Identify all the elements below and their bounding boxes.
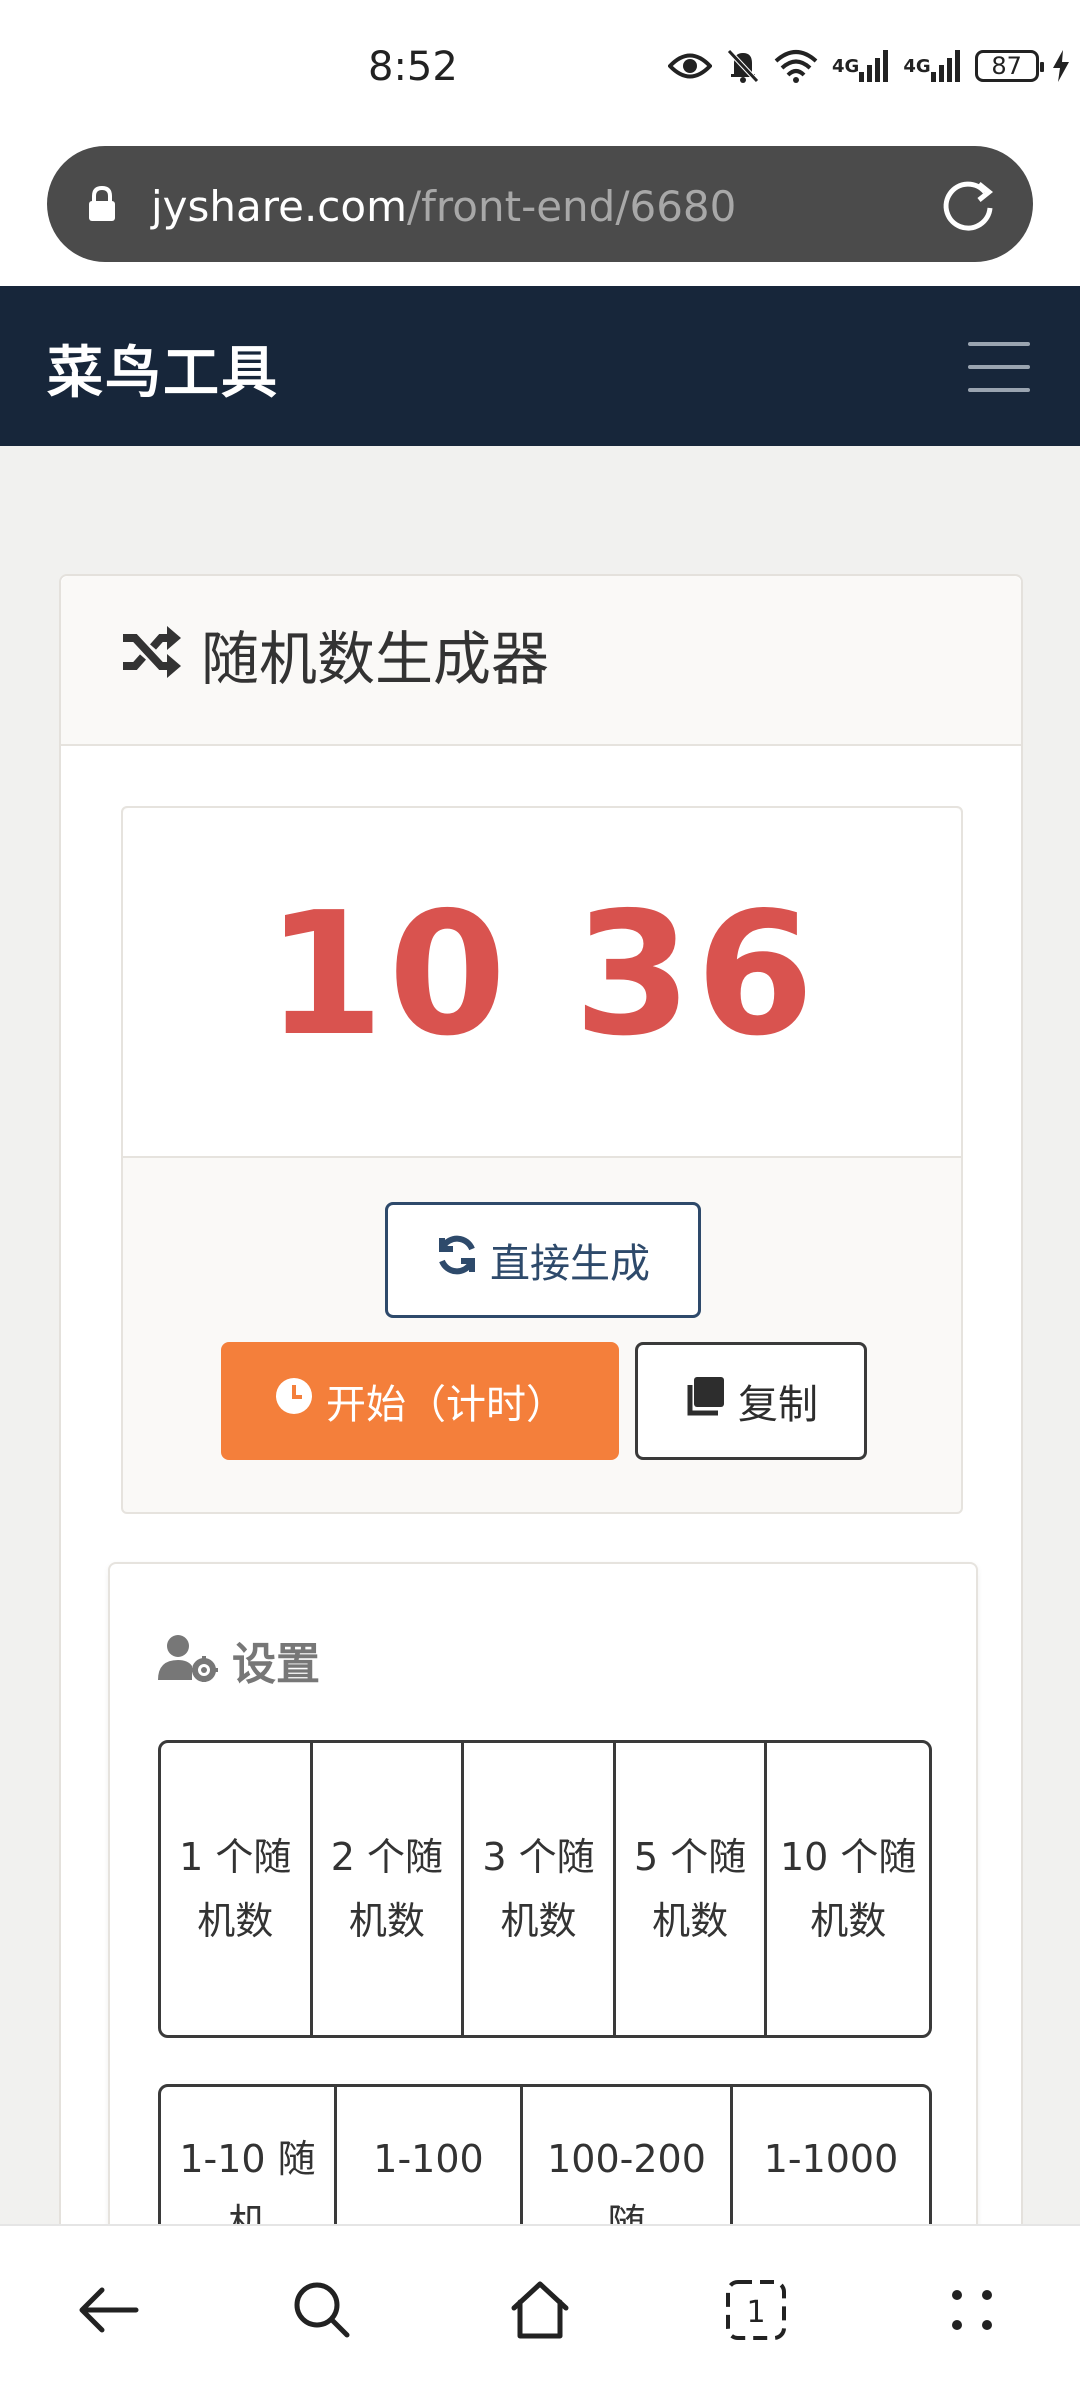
status-time: 8:52 bbox=[368, 44, 458, 90]
network-type-label: 4G bbox=[832, 55, 860, 77]
clock-icon bbox=[274, 1376, 314, 1426]
settings-header: 设置 bbox=[158, 1628, 320, 1692]
network-type-label: 4G bbox=[903, 55, 931, 77]
reload-icon[interactable] bbox=[939, 176, 997, 238]
generate-button-label: 直接生成 bbox=[490, 1241, 650, 1287]
browser-bottom-nav: 1 bbox=[0, 2224, 1080, 2387]
tabs-icon[interactable]: 1 bbox=[716, 2270, 796, 2350]
url-text[interactable]: jyshare.com/front-end/6680 bbox=[151, 182, 736, 231]
copy-icon bbox=[684, 1375, 726, 1427]
site-header: 菜鸟工具 bbox=[0, 286, 1080, 446]
random-number-output: 10 36 bbox=[265, 876, 819, 1074]
more-icon[interactable] bbox=[932, 2270, 1012, 2350]
signal-icon: 4G bbox=[832, 50, 889, 82]
user-gear-icon bbox=[158, 1634, 218, 1686]
site-logo[interactable]: 菜鸟工具 bbox=[47, 328, 279, 409]
tab-count: 1 bbox=[746, 2295, 765, 2330]
address-bar[interactable]: jyshare.com/front-end/6680 bbox=[47, 146, 1033, 262]
generate-button[interactable]: 直接生成 bbox=[385, 1202, 701, 1318]
count-option-10[interactable]: 10 个随机数 bbox=[767, 1743, 929, 2035]
settings-label: 设置 bbox=[232, 1639, 320, 1690]
mute-bell-icon bbox=[726, 48, 760, 84]
start-button-label: 开始（计时） bbox=[326, 1382, 566, 1428]
home-icon[interactable] bbox=[500, 2270, 580, 2350]
result-panel: 10 36 直接生成 开始（计时） 复制 bbox=[121, 806, 963, 1514]
signal-icon: 4G bbox=[903, 50, 960, 82]
battery-icon: 87 bbox=[974, 50, 1044, 82]
count-option-2[interactable]: 2 个随机数 bbox=[313, 1743, 465, 2035]
page-title: 随机数生成器 bbox=[201, 625, 550, 693]
count-option-5[interactable]: 5 个随机数 bbox=[616, 1743, 768, 2035]
refresh-icon bbox=[436, 1234, 478, 1286]
wifi-icon bbox=[774, 49, 818, 83]
back-arrow-icon[interactable] bbox=[68, 2270, 148, 2350]
battery-level: 87 bbox=[991, 52, 1022, 80]
count-option-3[interactable]: 3 个随机数 bbox=[464, 1743, 616, 2035]
status-bar: 8:52 4G 4G 87 bbox=[0, 0, 1080, 140]
random-generator-card: 随机数生成器 10 36 直接生成 开始（计时） 复制 设置 1 个随机数 2 … bbox=[59, 574, 1023, 2387]
url-domain: jyshare.com bbox=[151, 182, 407, 231]
browser-toolbar: jyshare.com/front-end/6680 bbox=[0, 140, 1080, 286]
hamburger-menu-icon[interactable] bbox=[968, 342, 1030, 392]
charging-icon bbox=[1052, 50, 1069, 82]
result-display: 10 36 bbox=[123, 808, 961, 1158]
lock-icon bbox=[87, 185, 117, 226]
card-header: 随机数生成器 bbox=[61, 576, 1021, 746]
shuffle-icon bbox=[119, 620, 183, 688]
url-path: /front-end/6680 bbox=[407, 182, 737, 231]
eye-icon bbox=[668, 51, 712, 81]
count-option-1[interactable]: 1 个随机数 bbox=[161, 1743, 313, 2035]
status-icons: 4G 4G 87 bbox=[668, 48, 1069, 84]
count-option-group: 1 个随机数 2 个随机数 3 个随机数 5 个随机数 10 个随机数 bbox=[158, 1740, 932, 2038]
copy-button[interactable]: 复制 bbox=[635, 1342, 867, 1460]
copy-button-label: 复制 bbox=[738, 1382, 818, 1428]
search-icon[interactable] bbox=[282, 2270, 362, 2350]
start-timer-button[interactable]: 开始（计时） bbox=[221, 1342, 619, 1460]
